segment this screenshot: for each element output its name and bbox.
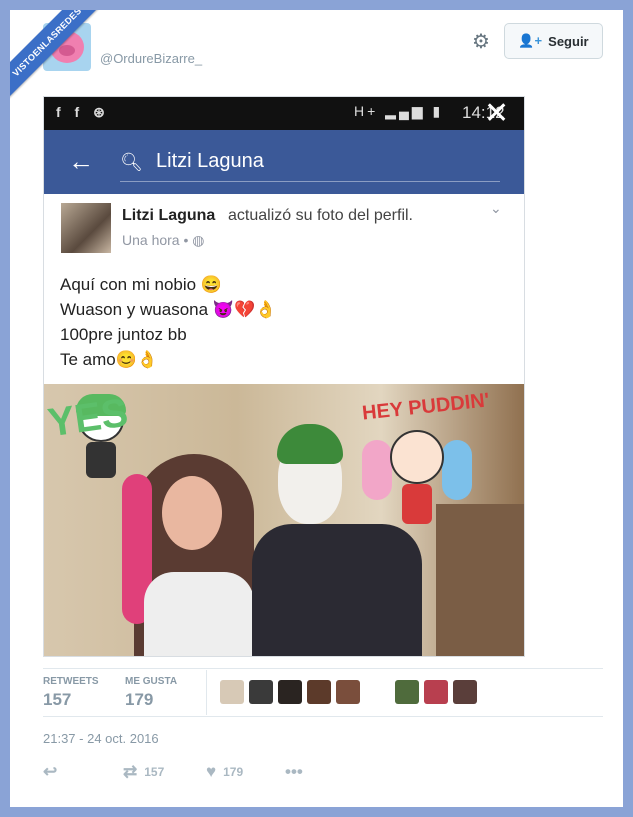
- follow-button-label: Seguir: [548, 33, 589, 49]
- couple-photo: YES HEY PUDDIN': [44, 384, 524, 656]
- retweet-icon: ⇄: [123, 762, 138, 781]
- reply-button[interactable]: ↩: [43, 762, 57, 782]
- post-text: Aquí con mi nobio 😄 Wuason y wuasona 😈💔👌…: [60, 275, 277, 369]
- liker-avatar[interactable]: [424, 680, 448, 704]
- search-icon: 🔍︎: [120, 152, 143, 172]
- liker-avatar[interactable]: [336, 680, 360, 704]
- profile-thumbnail: [61, 203, 111, 253]
- gear-icon[interactable]: ⚙: [472, 32, 492, 52]
- liker-avatar[interactable]: [453, 680, 477, 704]
- liker-avatar[interactable]: [307, 680, 331, 704]
- heart-icon: ♥: [206, 762, 217, 781]
- user-handle[interactable]: @OrdureBizarre_: [100, 51, 202, 66]
- back-arrow-icon: ←: [68, 146, 94, 176]
- likes-stat[interactable]: ME GUSTA 179: [125, 676, 177, 710]
- more-icon: •••: [285, 762, 303, 781]
- liker-avatar[interactable]: [278, 680, 302, 704]
- tweet-card: VISTOENLASREDES @OrdureBizarre_ ⚙ 👤+ Seg…: [10, 10, 623, 807]
- reply-icon: ↩: [43, 762, 58, 781]
- woman-figure: [122, 454, 254, 656]
- facebook-post: Litzi Laguna actualizó su foto del perfi…: [44, 194, 524, 384]
- tweet-image[interactable]: f f ⊛ H+ ▂▄▆ ▮ 14:12 ✕ ← 🔍︎ Litzi Laguna…: [43, 96, 525, 657]
- follow-button[interactable]: 👤+ Seguir: [504, 23, 603, 59]
- post-action: actualizó su foto del perfil.: [228, 207, 413, 224]
- facebook-search-bar: ← 🔍︎ Litzi Laguna: [44, 130, 524, 194]
- post-time: Una hora • ◍: [122, 232, 205, 248]
- harley-sticker: [362, 420, 472, 530]
- tweet-actions: ↩ ⇄ 157 ♥ 179 •••: [43, 762, 343, 782]
- add-user-icon: 👤+: [518, 33, 543, 48]
- more-button[interactable]: •••: [285, 762, 303, 782]
- liker-avatar[interactable]: [395, 680, 419, 704]
- like-button[interactable]: ♥ 179: [206, 762, 243, 782]
- globe-icon: ◍: [192, 232, 205, 248]
- tweet-timestamp[interactable]: 21:37 - 24 oct. 2016: [43, 731, 159, 746]
- status-signal: H+ ▂▄▆ ▮: [354, 103, 444, 119]
- liker-avatar[interactable]: [249, 680, 273, 704]
- liker-avatar[interactable]: [220, 680, 244, 704]
- chevron-down-icon: ⌄: [490, 200, 502, 216]
- liker-avatars: [220, 680, 477, 704]
- search-query: Litzi Laguna: [156, 150, 264, 172]
- status-icons-left: f f ⊛: [56, 104, 110, 120]
- close-icon: ✕: [484, 97, 510, 130]
- retweets-stat[interactable]: RETWEETS 157: [43, 676, 99, 710]
- post-author: Litzi Laguna: [122, 207, 216, 224]
- phone-status-bar: f f ⊛ H+ ▂▄▆ ▮ 14:12 ✕: [44, 97, 524, 130]
- retweet-button[interactable]: ⇄ 157: [123, 762, 164, 782]
